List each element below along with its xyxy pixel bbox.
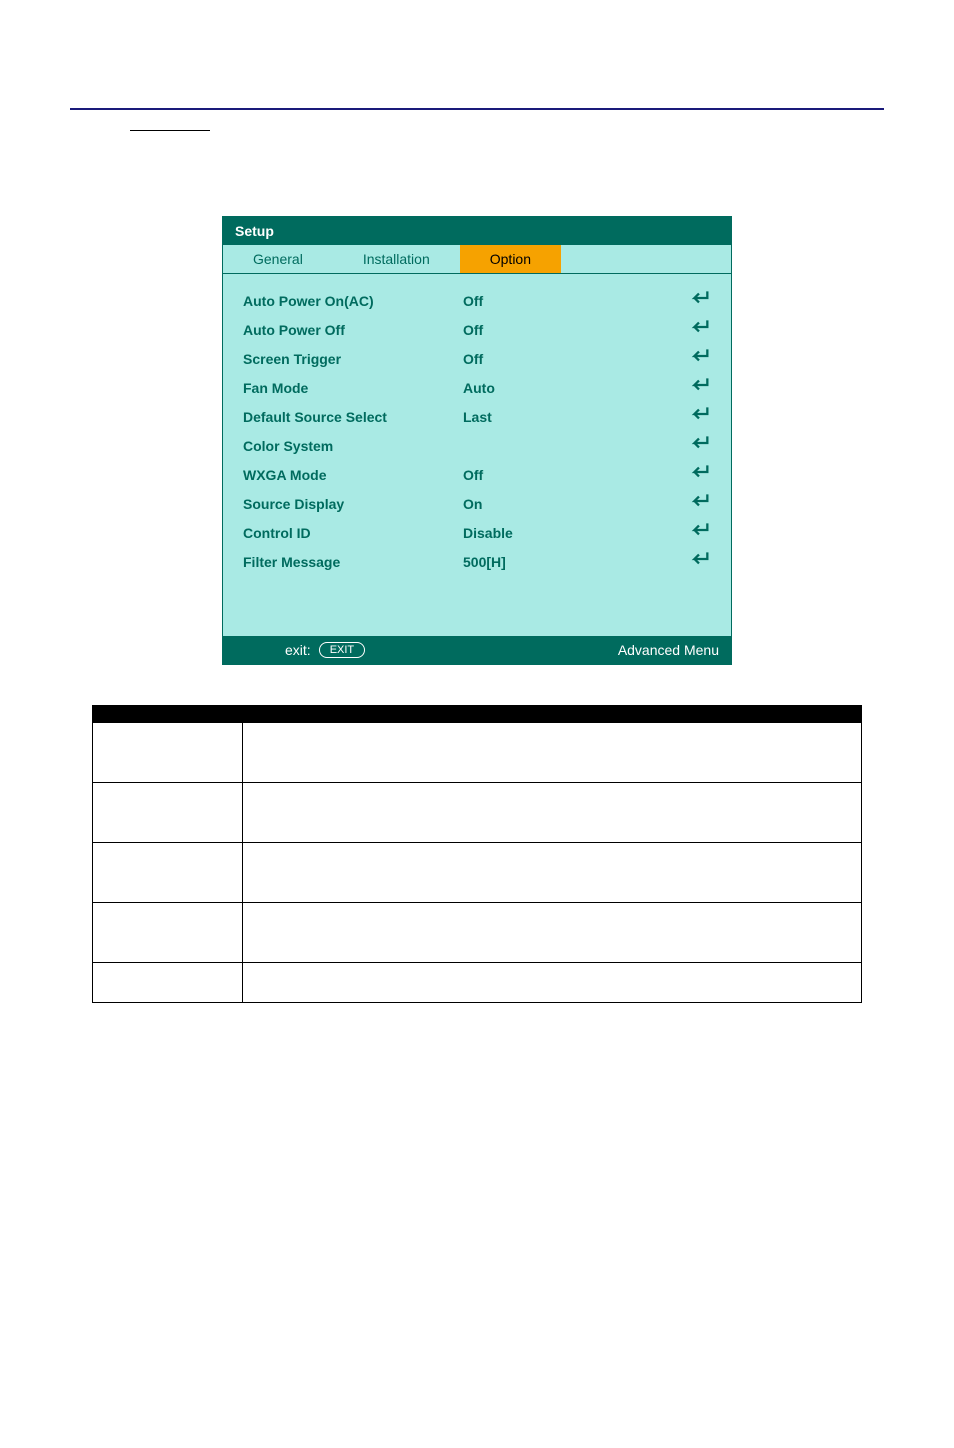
- spec-item: [93, 783, 243, 843]
- spec-item: [93, 723, 243, 783]
- row-control-id[interactable]: Control ID Disable: [243, 518, 711, 547]
- label-default-source-select: Default Source Select: [243, 409, 463, 425]
- setup-menu-window: Setup General Installation Option Auto P…: [222, 216, 732, 665]
- enter-icon: [681, 493, 711, 514]
- value-default-source-select: Last: [463, 409, 681, 425]
- spec-desc: [243, 963, 862, 1003]
- spec-header-item: [93, 706, 243, 723]
- table-row: [93, 903, 862, 963]
- enter-icon: [681, 435, 711, 456]
- page-header-rule: [70, 100, 884, 110]
- tab-installation[interactable]: Installation: [333, 245, 460, 273]
- value-auto-power-off: Off: [463, 322, 681, 338]
- label-auto-power-off: Auto Power Off: [243, 322, 463, 338]
- label-control-id: Control ID: [243, 525, 463, 541]
- table-row: [93, 783, 862, 843]
- menu-body: Auto Power On(AC) Off Auto Power Off Off…: [223, 274, 731, 636]
- value-auto-power-on: Off: [463, 293, 681, 309]
- spec-desc: [243, 843, 862, 903]
- section-underline: [130, 130, 210, 131]
- exit-label: exit:: [285, 642, 311, 658]
- tab-option[interactable]: Option: [460, 245, 561, 273]
- menu-mode-label: Advanced Menu: [618, 642, 719, 658]
- row-auto-power-off[interactable]: Auto Power Off Off: [243, 315, 711, 344]
- spec-item: [93, 963, 243, 1003]
- table-row: [93, 963, 862, 1003]
- spec-item: [93, 843, 243, 903]
- enter-icon: [681, 377, 711, 398]
- table-row: [93, 723, 862, 783]
- label-filter-message: Filter Message: [243, 554, 463, 570]
- label-color-system: Color System: [243, 438, 463, 454]
- label-wxga-mode: WXGA Mode: [243, 467, 463, 483]
- row-wxga-mode[interactable]: WXGA Mode Off: [243, 460, 711, 489]
- spec-item: [93, 903, 243, 963]
- row-color-system[interactable]: Color System: [243, 431, 711, 460]
- value-screen-trigger: Off: [463, 351, 681, 367]
- value-fan-mode: Auto: [463, 380, 681, 396]
- row-filter-message[interactable]: Filter Message 500[H]: [243, 547, 711, 576]
- exit-badge[interactable]: EXIT: [319, 642, 365, 658]
- label-screen-trigger: Screen Trigger: [243, 351, 463, 367]
- tab-general[interactable]: General: [223, 245, 333, 273]
- menu-tabs: General Installation Option: [223, 245, 731, 274]
- label-auto-power-on: Auto Power On(AC): [243, 293, 463, 309]
- enter-icon: [681, 464, 711, 485]
- row-auto-power-on[interactable]: Auto Power On(AC) Off: [243, 286, 711, 315]
- enter-icon: [681, 348, 711, 369]
- spec-header-desc: [243, 706, 862, 723]
- value-filter-message: 500[H]: [463, 554, 681, 570]
- spec-table: [92, 705, 862, 1003]
- value-wxga-mode: Off: [463, 467, 681, 483]
- label-source-display: Source Display: [243, 496, 463, 512]
- spec-desc: [243, 783, 862, 843]
- menu-footer: exit: EXIT Advanced Menu: [223, 636, 731, 664]
- label-fan-mode: Fan Mode: [243, 380, 463, 396]
- table-row: [93, 843, 862, 903]
- exit-hint: exit: EXIT: [285, 642, 365, 658]
- enter-icon: [681, 522, 711, 543]
- row-fan-mode[interactable]: Fan Mode Auto: [243, 373, 711, 402]
- menu-title: Setup: [223, 217, 731, 245]
- value-control-id: Disable: [463, 525, 681, 541]
- value-source-display: On: [463, 496, 681, 512]
- enter-icon: [681, 551, 711, 572]
- enter-icon: [681, 406, 711, 427]
- row-default-source-select[interactable]: Default Source Select Last: [243, 402, 711, 431]
- spec-desc: [243, 903, 862, 963]
- enter-icon: [681, 290, 711, 311]
- row-screen-trigger[interactable]: Screen Trigger Off: [243, 344, 711, 373]
- spec-desc: [243, 723, 862, 783]
- row-source-display[interactable]: Source Display On: [243, 489, 711, 518]
- enter-icon: [681, 319, 711, 340]
